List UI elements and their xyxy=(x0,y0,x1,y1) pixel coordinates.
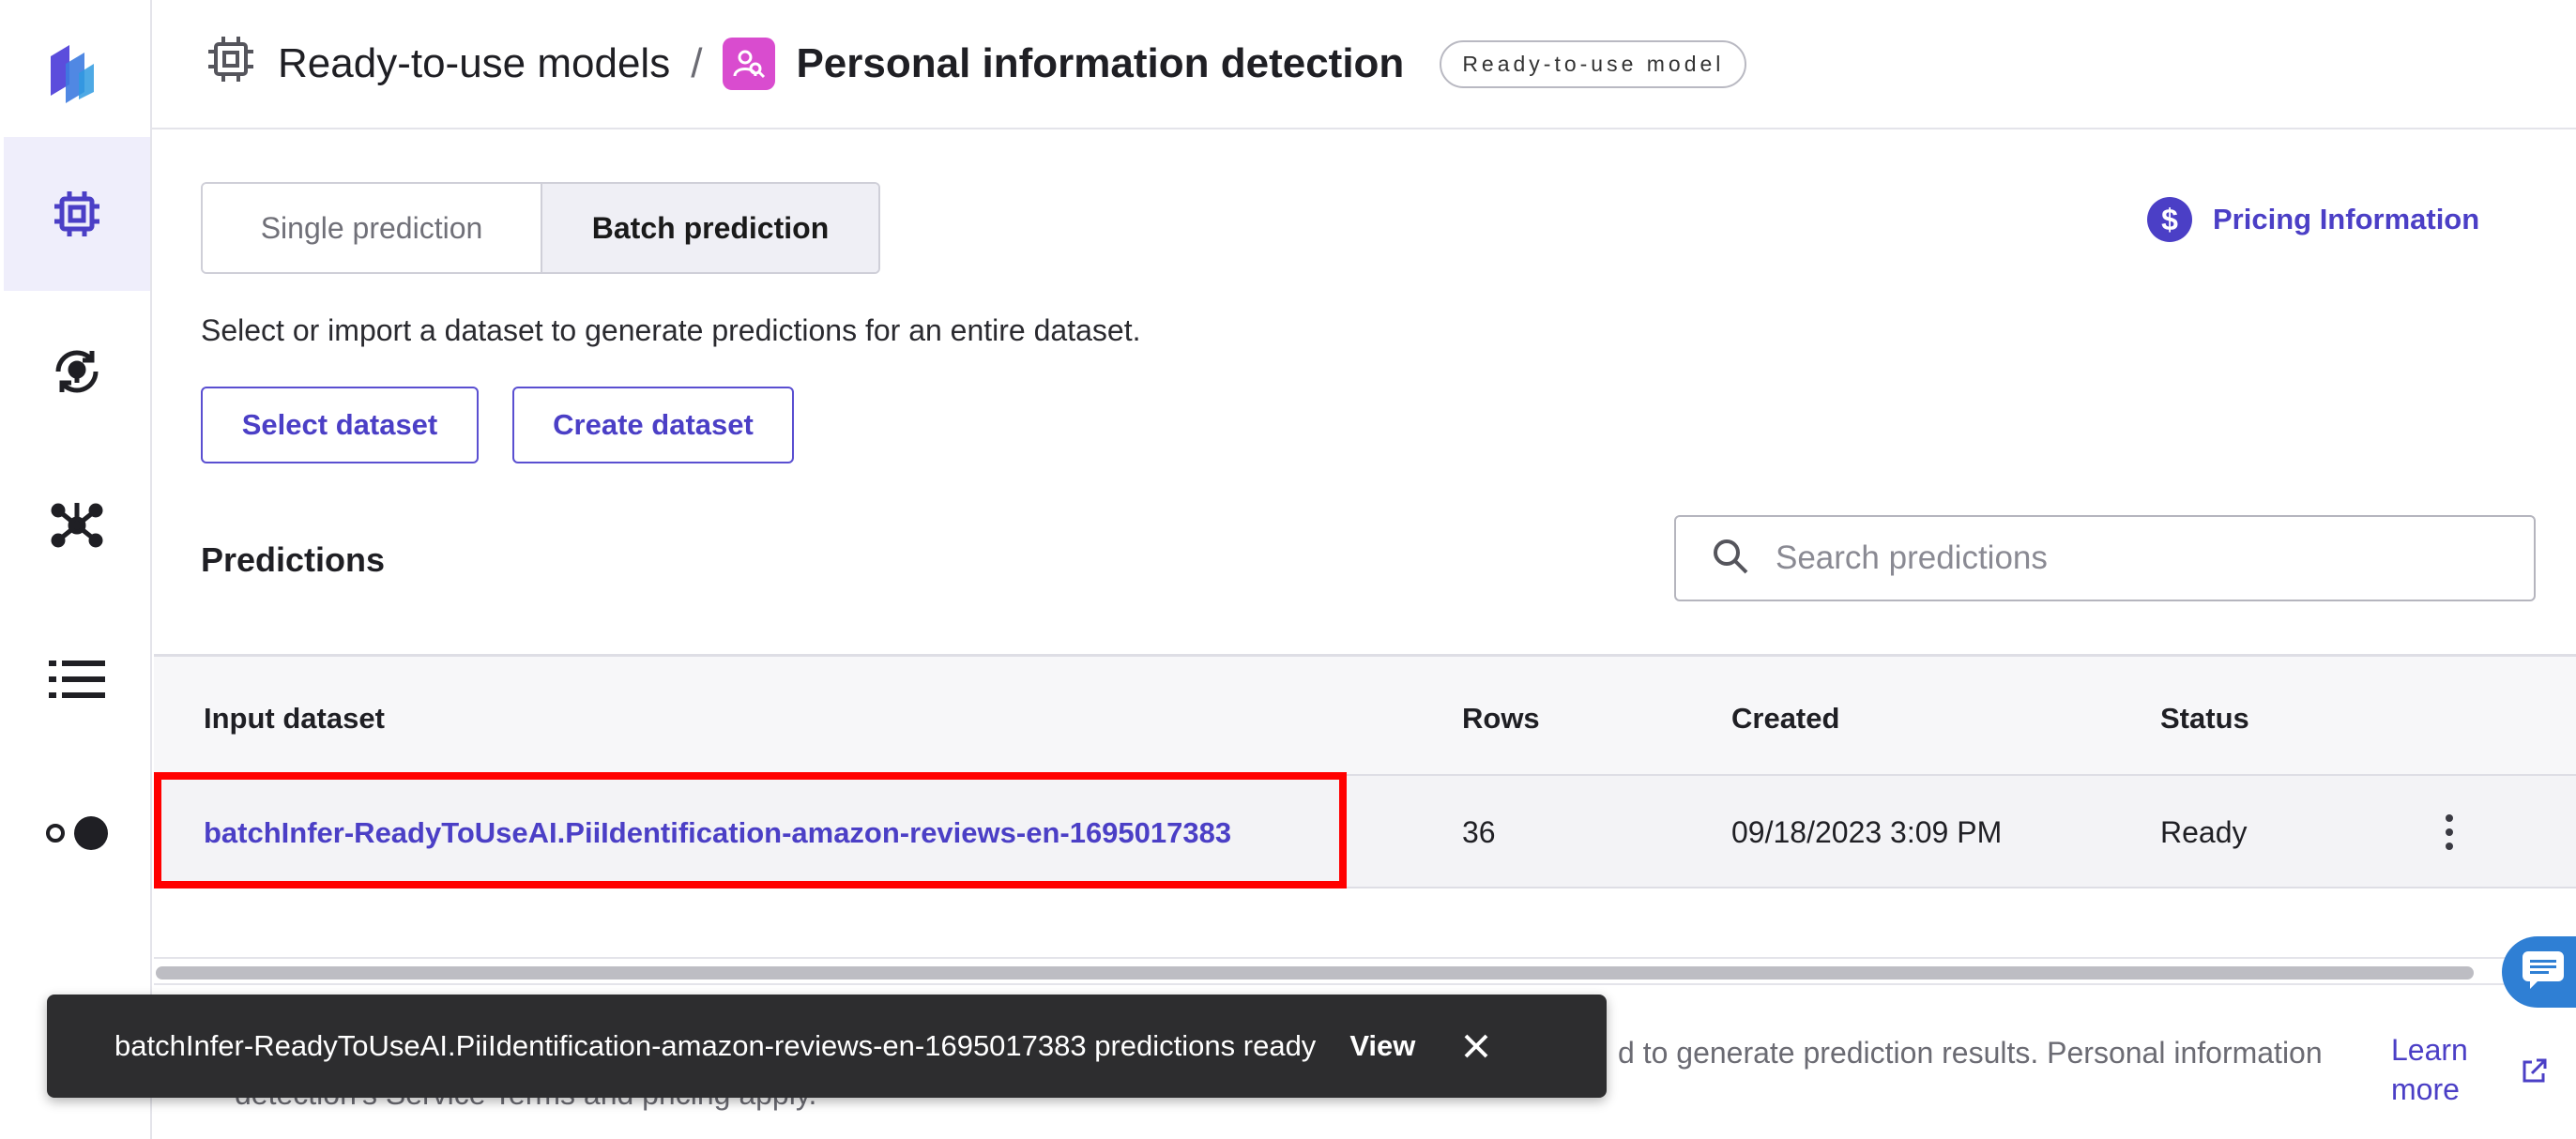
toggle-icon xyxy=(44,814,110,852)
network-icon xyxy=(49,497,105,554)
chip-icon xyxy=(51,188,103,240)
footer-notice-line-1: d to generate prediction results. Person… xyxy=(1618,1036,2323,1070)
search-icon xyxy=(1712,538,1749,580)
search-predictions xyxy=(1674,515,2536,601)
breadcrumb-parent[interactable]: Ready-to-use models xyxy=(278,40,670,87)
model-type-badge: Ready-to-use model xyxy=(1440,39,1747,88)
toast-view-button[interactable]: View xyxy=(1349,1029,1415,1063)
horizontal-scrollbar[interactable] xyxy=(154,957,2576,985)
column-input-dataset[interactable]: Input dataset xyxy=(204,702,385,736)
sidebar-item-insights[interactable] xyxy=(4,295,150,448)
logo-icon[interactable] xyxy=(38,38,107,107)
chat-icon xyxy=(2521,949,2566,995)
page-title: Personal information detection xyxy=(796,40,1405,86)
pricing-label: Pricing Information xyxy=(2213,203,2480,235)
prediction-mode-tabs: Single prediction Batch prediction xyxy=(201,182,880,274)
external-link-icon[interactable] xyxy=(2519,1056,2549,1091)
column-created[interactable]: Created xyxy=(1731,702,1839,736)
sidebar-item-models[interactable] xyxy=(4,137,150,291)
toast-message: batchInfer-ReadyToUseAI.PiiIdentificatio… xyxy=(114,1029,1317,1062)
sidebar-item-toggle[interactable] xyxy=(4,756,150,910)
learn-more-label-2: more xyxy=(2391,1072,2460,1106)
close-icon[interactable] xyxy=(1462,1032,1490,1060)
batch-description: Select or import a dataset to generate p… xyxy=(201,313,1141,347)
breadcrumb-separator: / xyxy=(691,40,703,86)
column-rows[interactable]: Rows xyxy=(1462,702,1540,736)
tab-batch-prediction[interactable]: Batch prediction xyxy=(541,184,878,272)
search-input[interactable] xyxy=(1776,539,2507,577)
notification-toast: batchInfer-ReadyToUseAI.PiiIdentificatio… xyxy=(47,995,1607,1098)
create-dataset-button[interactable]: Create dataset xyxy=(512,387,794,463)
created-value: 09/18/2023 3:09 PM xyxy=(1731,815,2003,849)
dollar-icon: $ xyxy=(2147,197,2192,242)
select-dataset-button[interactable]: Select dataset xyxy=(201,387,479,463)
rows-value: 36 xyxy=(1462,815,1496,849)
highlight-box xyxy=(154,772,1347,888)
more-actions-icon[interactable] xyxy=(2432,795,2466,870)
pricing-information-link[interactable]: $ Pricing Information xyxy=(2147,197,2479,242)
predictions-table-header: Input dataset Rows Created Status xyxy=(154,654,2576,776)
person-search-icon xyxy=(723,38,776,90)
scrollbar-thumb[interactable] xyxy=(156,966,2474,980)
list-icon xyxy=(49,659,105,700)
chat-button[interactable] xyxy=(2502,936,2576,1008)
learn-more-link[interactable]: Learn more xyxy=(2391,1030,2468,1109)
sidebar-item-list[interactable] xyxy=(4,602,150,756)
breadcrumb: Ready-to-use models / Personal informati… xyxy=(205,33,1747,96)
sidebar xyxy=(0,0,152,1139)
learn-more-label-1: Learn xyxy=(2391,1033,2468,1067)
column-status[interactable]: Status xyxy=(2160,702,2249,736)
refresh-bulb-icon xyxy=(49,343,105,400)
chip-icon xyxy=(205,33,257,96)
tab-single-prediction[interactable]: Single prediction xyxy=(203,184,541,272)
status-value: Ready xyxy=(2160,815,2248,849)
page-header: Ready-to-use models / Personal informati… xyxy=(152,0,2576,129)
predictions-heading: Predictions xyxy=(201,540,386,579)
sidebar-item-network[interactable] xyxy=(4,448,150,602)
